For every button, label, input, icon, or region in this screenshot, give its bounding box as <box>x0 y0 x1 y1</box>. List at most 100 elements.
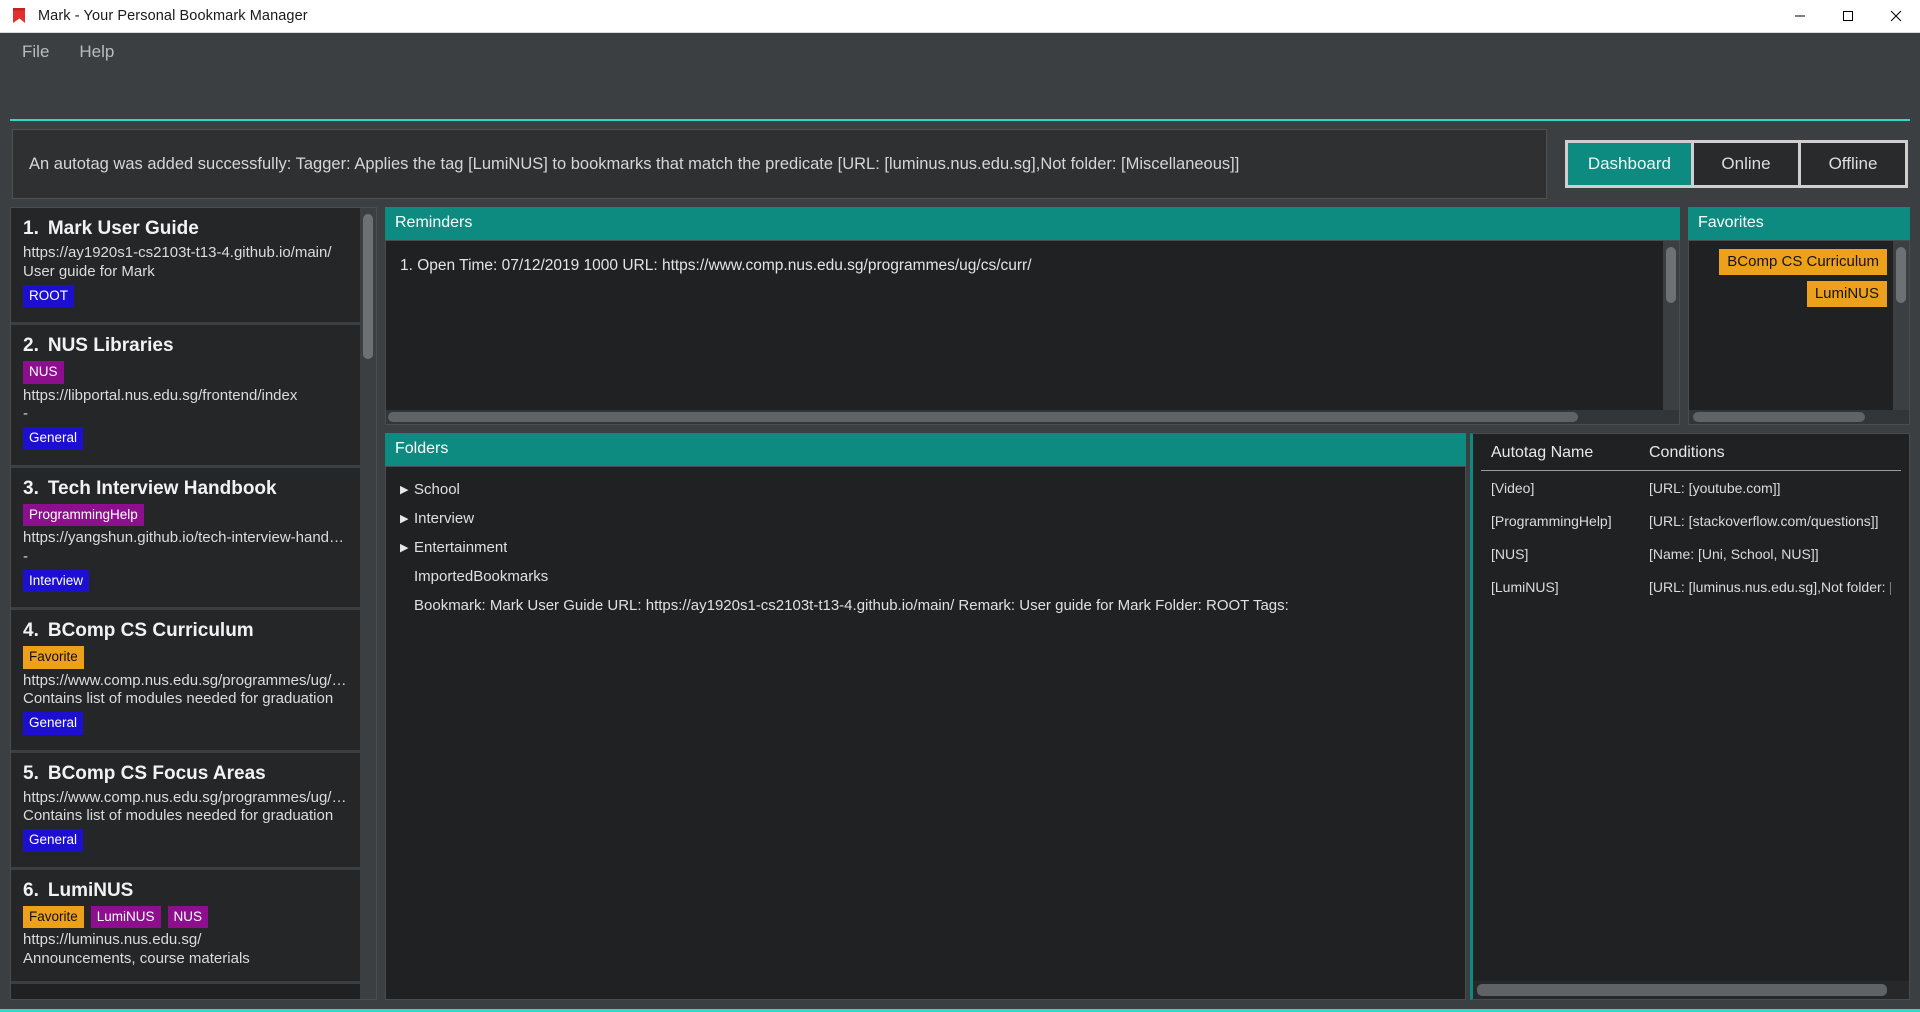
toolbar-divider <box>10 119 1910 121</box>
reminders-hscrollbar[interactable] <box>386 410 1679 424</box>
tag-chip: Favorite <box>23 646 84 669</box>
bookmark-list-scrollbar[interactable] <box>360 208 376 999</box>
notification-row: An autotag was added successfully: Tagge… <box>0 121 1920 199</box>
bookmark-index: 1. <box>23 218 39 239</box>
bookmark-tags-top: NUS <box>23 361 348 384</box>
list-item[interactable]: 1. Mark User Guide https://ay1920s1-cs210… <box>11 208 360 325</box>
column-header-autotag-name: Autotag Name <box>1491 444 1594 461</box>
folder-label: Bookmark: Mark User Guide URL: https://a… <box>414 597 1289 614</box>
bookmark-url: https://ay1920s1-cs2103t-t13-4.github.io… <box>23 244 332 261</box>
list-item[interactable]: 1. Open Time: 07/12/2019 1000 URL: https… <box>400 257 1665 275</box>
dashboard-column: Reminders 1. Open Time: 07/12/2019 1000 … <box>385 207 1910 1000</box>
bookmark-name: LumiNUS <box>47 879 134 901</box>
folders-autotag-row: Folders ▶ School ▶ Interview ▶ Entertain… <box>385 433 1910 1000</box>
tag-chip: General <box>23 427 84 450</box>
list-item[interactable]: 6. LumiNUS Favorite LumiNUS NUS https://l… <box>11 869 360 984</box>
folder-row-entertainment[interactable]: ▶ Entertainment <box>386 533 1465 562</box>
folder-row-bookmark-detail[interactable]: ▶ Bookmark: Mark User Guide URL: https:/… <box>386 591 1465 620</box>
bookmark-tags: General <box>23 427 348 450</box>
bookmark-tags-top: ProgrammingHelp <box>23 503 348 526</box>
table-row[interactable]: [ProgrammingHelp] [URL: [stackoverflow.c… <box>1481 504 1901 537</box>
scrollbar-thumb[interactable] <box>1666 247 1676 303</box>
list-item[interactable]: 2. NUS Libraries NUS https://libportal.nu… <box>11 325 360 468</box>
table-row[interactable]: [NUS] [Name: [Uni, School, NUS]] <box>1481 537 1901 570</box>
cell-autotag-name: [ProgrammingHelp] <box>1491 513 1612 529</box>
application-root: File Help An autotag was added successfu… <box>0 33 1920 1012</box>
reminders-scrollbar[interactable] <box>1663 241 1679 424</box>
favorites-hscrollbar[interactable] <box>1689 410 1909 424</box>
favorites-scrollbar[interactable] <box>1893 241 1909 424</box>
maximize-button[interactable] <box>1824 0 1872 33</box>
column-header-conditions: Conditions <box>1649 444 1725 461</box>
menu-item-file[interactable]: File <box>10 39 61 64</box>
scrollbar-thumb[interactable] <box>363 214 373 359</box>
tab-online[interactable]: Online <box>1694 143 1798 185</box>
bookmark-list-panel: 1. Mark User Guide https://ay1920s1-cs210… <box>10 207 377 1000</box>
tag-chip: Interview <box>23 569 90 592</box>
folder-label: Interview <box>414 510 475 527</box>
scrollbar-thumb[interactable] <box>1896 247 1906 303</box>
bookmark-title: 5. BComp CS Focus Areas <box>23 763 348 785</box>
tag-chip: NUS <box>167 905 209 928</box>
list-item[interactable]: 5. BComp CS Focus Areas https://www.comp.… <box>11 752 360 870</box>
bookmark-name: Mark User Guide <box>47 218 199 239</box>
bookmark-index: 3. <box>23 477 39 499</box>
bookmark-name: BComp CS Curriculum <box>47 620 254 641</box>
cell-autotag-name: [Video] <box>1491 480 1535 496</box>
reminders-favorites-row: Reminders 1. Open Time: 07/12/2019 1000 … <box>385 207 1910 425</box>
bookmark-url: https://libportal.nus.edu.sg/frontend/in… <box>23 386 298 404</box>
tab-dashboard[interactable]: Dashboard <box>1567 143 1691 185</box>
favorite-chip[interactable]: BComp CS Curriculum <box>1719 249 1887 275</box>
autotag-hscrollbar[interactable] <box>1473 981 1909 999</box>
favorite-chip[interactable]: LumiNUS <box>1806 281 1887 307</box>
scrollbar-thumb[interactable] <box>388 412 1578 422</box>
folder-row-importedbookmarks[interactable]: ▶ ImportedBookmarks <box>386 562 1465 591</box>
reminders-body: 1. Open Time: 07/12/2019 1000 URL: https… <box>385 240 1680 425</box>
tag-chip: General <box>23 712 84 735</box>
bookmark-index: 4. <box>23 620 39 641</box>
tab-offline[interactable]: Offline <box>1801 143 1905 185</box>
scrollbar-thumb[interactable] <box>1693 412 1865 422</box>
list-item[interactable]: 4. BComp CS Curriculum Favorite https://w… <box>11 610 360 753</box>
bookmark-tags: General <box>23 712 348 735</box>
tag-chip: ROOT <box>23 284 74 307</box>
bookmark-title: 6. LumiNUS <box>23 880 348 902</box>
bookmark-title: 4. BComp CS Curriculum <box>23 620 348 642</box>
bookmark-tags-top: Favorite <box>23 646 348 669</box>
cell-conditions: [URL: [stackoverflow.com/questions]] <box>1649 513 1879 529</box>
bookmark-title: 3. Tech Interview Handbook <box>23 478 348 500</box>
bookmark-index: 2. <box>23 335 39 356</box>
cell-conditions: [Name: [Uni, School, NUS]] <box>1649 546 1819 562</box>
result-message: An autotag was added successfully: Tagge… <box>29 154 1240 173</box>
chevron-right-icon[interactable]: ▶ <box>400 483 414 496</box>
bookmark-remark: Contains list of modules needed for grad… <box>23 690 334 708</box>
list-item[interactable]: 3. Tech Interview Handbook ProgrammingHel… <box>11 467 360 610</box>
folder-label: ImportedBookmarks <box>414 568 549 585</box>
result-display-box: An autotag was added successfully: Tagge… <box>12 129 1547 199</box>
menu-bar: File Help <box>0 33 1920 69</box>
chevron-right-icon[interactable]: ▶ <box>400 541 414 554</box>
reminder-items: 1. Open Time: 07/12/2019 1000 URL: https… <box>386 241 1679 291</box>
minimize-button[interactable] <box>1776 0 1824 33</box>
window-controls <box>1776 0 1920 33</box>
bookmark-remark: - <box>23 405 28 423</box>
bookmark-tags: Interview <box>23 569 348 592</box>
bookmark-url: https://luminus.nus.edu.sg/ <box>23 931 202 948</box>
folder-row-school[interactable]: ▶ School <box>386 475 1465 504</box>
bookmark-url: https://www.comp.nus.edu.sg/programmes/u… <box>23 788 347 806</box>
chevron-right-icon[interactable]: ▶ <box>400 512 414 525</box>
menu-item-help[interactable]: Help <box>67 39 126 64</box>
scrollbar-thumb[interactable] <box>1477 984 1887 996</box>
folders-panel: Folders ▶ School ▶ Interview ▶ Entertain… <box>385 433 1466 1000</box>
reminders-header: Reminders <box>385 207 1680 240</box>
tag-chip: ProgrammingHelp <box>23 503 144 526</box>
table-row[interactable]: [Video] [URL: [youtube.com]] <box>1481 471 1901 504</box>
folder-row-interview[interactable]: ▶ Interview <box>386 504 1465 533</box>
table-row[interactable]: [LumiNUS] [URL: [luminus.nus.edu.sg],Not… <box>1481 570 1901 603</box>
autotag-table: Autotag Name Conditions [Video] [URL: [y… <box>1473 434 1909 603</box>
reminders-panel: Reminders 1. Open Time: 07/12/2019 1000 … <box>385 207 1680 425</box>
bookmark-title: 2. NUS Libraries <box>23 335 348 357</box>
bookmark-url: https://yangshun.github.io/tech-intervie… <box>23 529 345 546</box>
cell-autotag-name: [NUS] <box>1491 546 1529 562</box>
close-button[interactable] <box>1872 0 1920 33</box>
